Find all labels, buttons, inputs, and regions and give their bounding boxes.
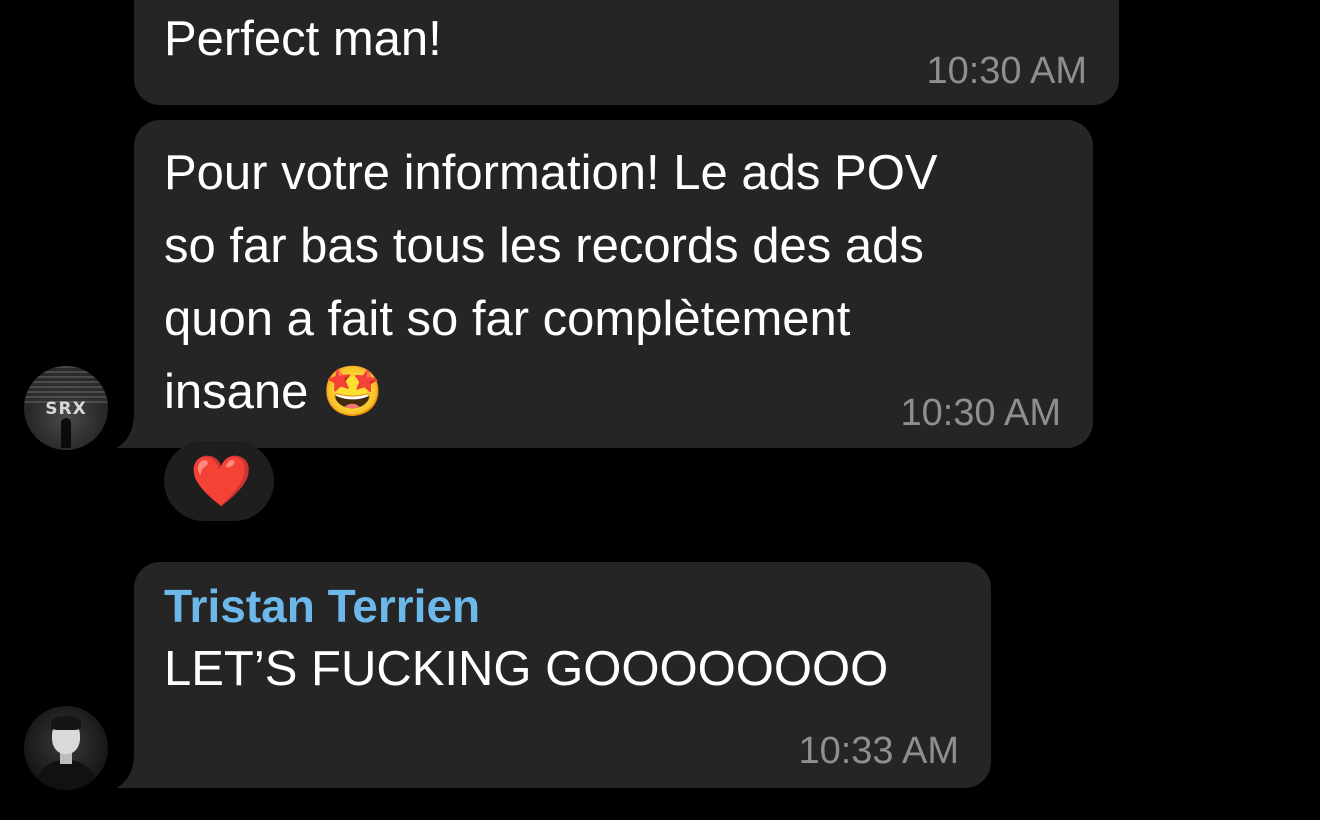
sender-avatar[interactable]: SRX — [24, 366, 108, 450]
message-text: Perfect man! — [164, 12, 442, 66]
chat-view: Perfect man! 10:30 AM Pour votre informa… — [0, 0, 1320, 820]
message-bubble[interactable]: Tristan Terrien LET’S FUCKING GOOOOOOOO … — [134, 562, 991, 788]
message-text: Pour votre information! Le ads POV so fa… — [164, 146, 938, 419]
red-heart-icon: ❤️ — [190, 453, 253, 509]
sender-name[interactable]: Tristan Terrien — [164, 579, 480, 633]
avatar-shoulders — [34, 760, 98, 790]
srx-logo: SRX — [45, 399, 87, 419]
sender-avatar[interactable] — [24, 706, 108, 790]
avatar-hair — [51, 716, 81, 730]
message-bubble[interactable]: Perfect man! 10:30 AM — [134, 0, 1119, 105]
message-timestamp: 10:33 AM — [798, 730, 959, 772]
message-bubble[interactable]: Pour votre information! Le ads POV so fa… — [134, 120, 1093, 448]
message-text: LET’S FUCKING GOOOOOOOO — [164, 642, 889, 696]
message-timestamp: 10:30 AM — [900, 392, 1061, 434]
message-timestamp: 10:30 AM — [926, 50, 1087, 92]
avatar-figure — [61, 418, 71, 448]
reaction-pill[interactable]: ❤️ — [164, 441, 274, 521]
